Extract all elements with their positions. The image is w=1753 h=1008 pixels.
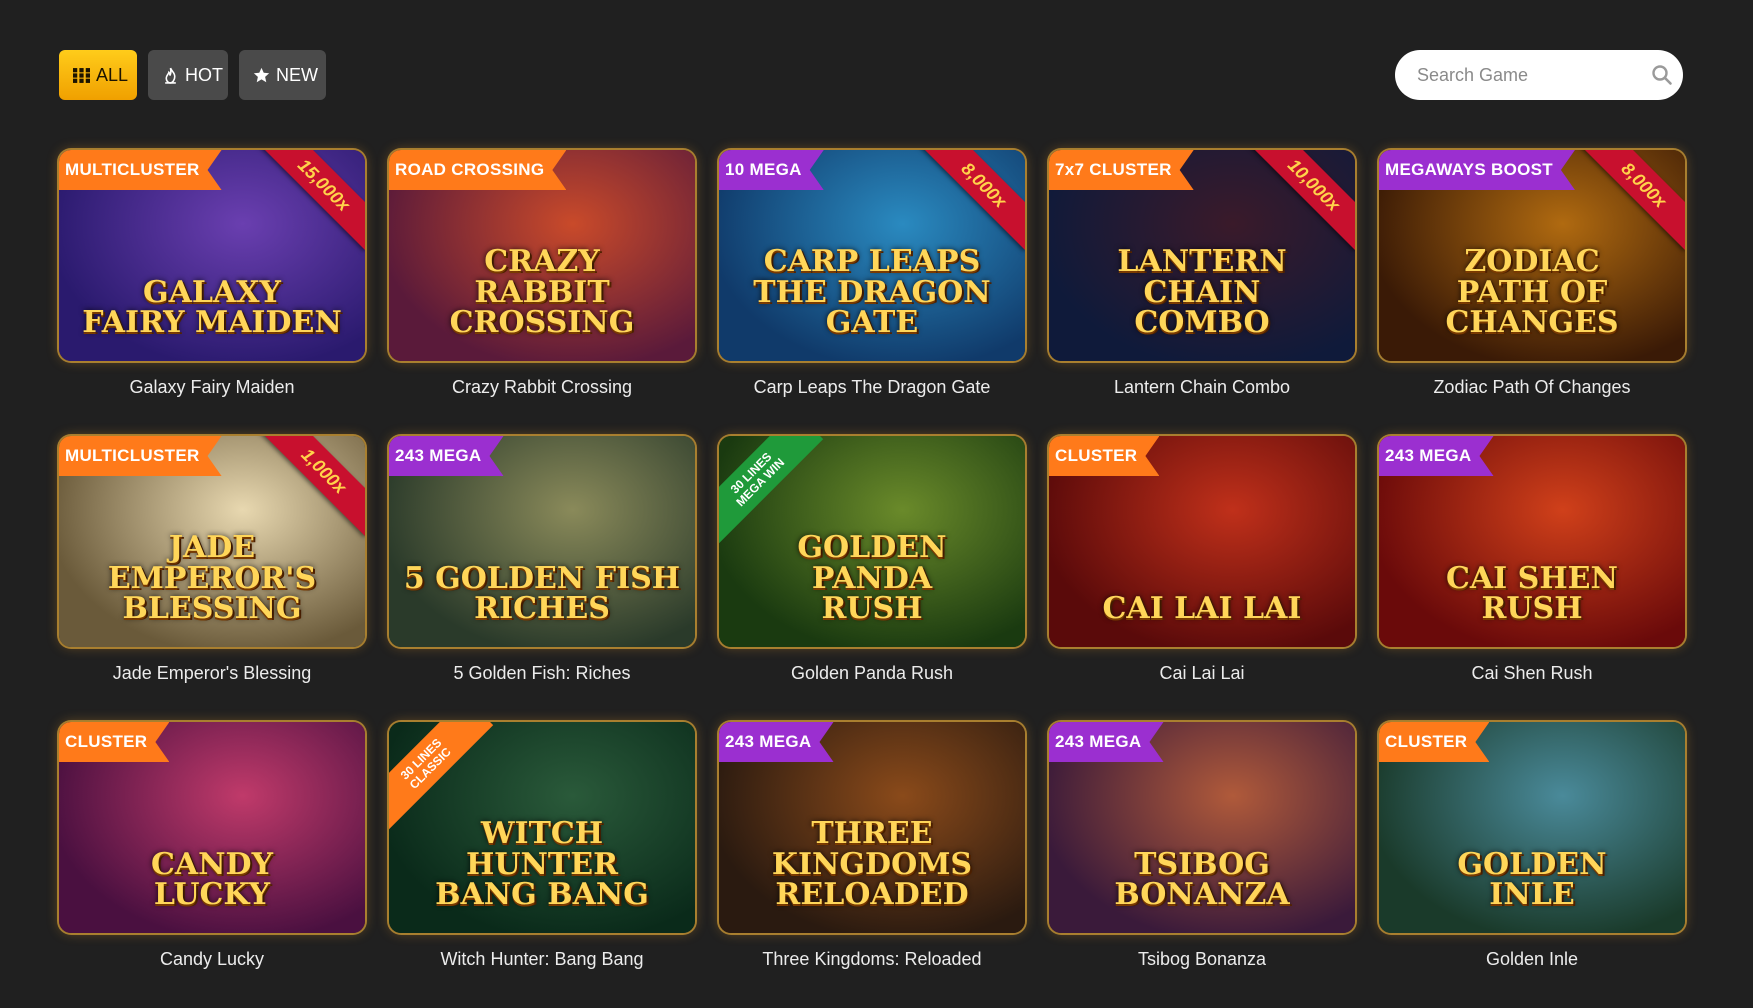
game-card[interactable]: GOLDEN INLE CLUSTER Golden Inle bbox=[1379, 722, 1685, 1008]
game-title[interactable]: Candy Lucky bbox=[59, 949, 365, 970]
star-icon bbox=[253, 67, 270, 84]
game-title[interactable]: Golden Panda Rush bbox=[719, 663, 1025, 684]
game-card[interactable]: 5 GOLDEN FISH RICHES 243 MEGA 5 Golden Fis… bbox=[389, 436, 695, 722]
game-thumbnail[interactable]: CANDY LUCKY CLUSTER bbox=[59, 722, 365, 933]
game-title[interactable]: Tsibog Bonanza bbox=[1049, 949, 1355, 970]
game-logo-art: GALAXY FAIRY MAIDEN bbox=[82, 274, 342, 341]
game-thumbnail[interactable]: GALAXY FAIRY MAIDEN MULTICLUSTER 15,000x bbox=[59, 150, 365, 361]
game-card[interactable]: CANDY LUCKY CLUSTER Candy Lucky bbox=[59, 722, 365, 1008]
game-title[interactable]: Jade Emperor's Blessing bbox=[59, 663, 365, 684]
game-card[interactable]: CAI LAI LAI CLUSTER Cai Lai Lai bbox=[1049, 436, 1355, 722]
filter-hot-label: HOT bbox=[185, 64, 223, 85]
game-grid: GALAXY FAIRY MAIDEN MULTICLUSTER 15,000x Ga… bbox=[59, 150, 1685, 1008]
game-title[interactable]: Crazy Rabbit Crossing bbox=[389, 377, 695, 398]
game-thumbnail[interactable]: GOLDEN PANDA RUSH 30 LINES MEGA WIN bbox=[719, 436, 1025, 647]
filter-all-button[interactable]: ALL bbox=[59, 50, 137, 100]
game-logo-art: CARP LEAPS THE DRAGON GATE bbox=[753, 244, 991, 341]
game-logo-art: ZODIAC PATH OF CHANGES bbox=[1445, 244, 1619, 341]
game-logo-art: GOLDEN PANDA RUSH bbox=[797, 530, 947, 627]
game-title[interactable]: Lantern Chain Combo bbox=[1049, 377, 1355, 398]
game-thumbnail[interactable]: CAI LAI LAI CLUSTER bbox=[1049, 436, 1355, 647]
game-card[interactable]: ZODIAC PATH OF CHANGES MEGAWAYS BOOST 8,00… bbox=[1379, 150, 1685, 436]
game-thumbnail[interactable]: THREE KINGDOMS RELOADED 243 MEGA bbox=[719, 722, 1025, 933]
game-thumbnail[interactable]: TSIBOG BONANZA 243 MEGA bbox=[1049, 722, 1355, 933]
game-logo-art: 5 GOLDEN FISH RICHES bbox=[403, 560, 681, 627]
game-title[interactable]: Carp Leaps The Dragon Gate bbox=[719, 377, 1025, 398]
game-card[interactable]: GALAXY FAIRY MAIDEN MULTICLUSTER 15,000x Ga… bbox=[59, 150, 365, 436]
game-thumbnail[interactable]: ZODIAC PATH OF CHANGES MEGAWAYS BOOST 8,00… bbox=[1379, 150, 1685, 361]
game-card[interactable]: JADE EMPEROR'S BLESSING MULTICLUSTER 1,000… bbox=[59, 436, 365, 722]
game-card[interactable]: CRAZY RABBIT CROSSING ROAD CROSSING Crazy … bbox=[389, 150, 695, 436]
game-card[interactable]: CAI SHEN RUSH 243 MEGA Cai Shen Rush bbox=[1379, 436, 1685, 722]
game-type-badge: CLUSTER bbox=[1049, 436, 1159, 476]
game-thumbnail[interactable]: CRAZY RABBIT CROSSING ROAD CROSSING bbox=[389, 150, 695, 361]
game-thumbnail[interactable]: JADE EMPEROR'S BLESSING MULTICLUSTER 1,000… bbox=[59, 436, 365, 647]
game-thumbnail[interactable]: LANTERN CHAIN COMBO 7x7 CLUSTER 10,000x bbox=[1049, 150, 1355, 361]
game-type-badge: CLUSTER bbox=[1379, 722, 1489, 762]
game-card[interactable]: THREE KINGDOMS RELOADED 243 MEGA Three Kin… bbox=[719, 722, 1025, 1008]
search-icon[interactable] bbox=[1651, 64, 1673, 86]
game-title[interactable]: Three Kingdoms: Reloaded bbox=[719, 949, 1025, 970]
game-type-badge: MULTICLUSTER bbox=[59, 436, 222, 476]
flame-icon bbox=[162, 67, 179, 84]
game-logo-art: TSIBOG BONANZA bbox=[1114, 846, 1290, 913]
game-logo-art: CANDY LUCKY bbox=[150, 846, 273, 913]
filter-toolbar: ALL HOT NEW bbox=[59, 50, 326, 100]
game-title[interactable]: Witch Hunter: Bang Bang bbox=[389, 949, 695, 970]
game-type-badge: 243 MEGA bbox=[719, 722, 834, 762]
game-title[interactable]: Galaxy Fairy Maiden bbox=[59, 377, 365, 398]
game-thumbnail[interactable]: 5 GOLDEN FISH RICHES 243 MEGA bbox=[389, 436, 695, 647]
game-thumbnail[interactable]: CARP LEAPS THE DRAGON GATE 10 MEGA 8,000x bbox=[719, 150, 1025, 361]
game-logo-art: THREE KINGDOMS RELOADED bbox=[771, 816, 973, 913]
filter-all-label: ALL bbox=[96, 64, 129, 85]
game-type-badge: 10 MEGA bbox=[719, 150, 824, 190]
game-title[interactable]: Zodiac Path Of Changes bbox=[1379, 377, 1685, 398]
game-type-badge: MULTICLUSTER bbox=[59, 150, 222, 190]
game-type-badge: MEGAWAYS BOOST bbox=[1379, 150, 1575, 190]
game-logo-art: LANTERN CHAIN COMBO bbox=[1117, 244, 1287, 341]
game-logo-art: CAI LAI LAI bbox=[1102, 591, 1302, 627]
game-thumbnail[interactable]: GOLDEN INLE CLUSTER bbox=[1379, 722, 1685, 933]
search-box bbox=[1395, 50, 1683, 100]
game-type-badge: ROAD CROSSING bbox=[389, 150, 566, 190]
game-card[interactable]: WITCH HUNTER BANG BANG 30 LINES CLASSIC Wi… bbox=[389, 722, 695, 1008]
game-type-badge: 7x7 CLUSTER bbox=[1049, 150, 1194, 190]
game-card[interactable]: LANTERN CHAIN COMBO 7x7 CLUSTER 10,000x Lan… bbox=[1049, 150, 1355, 436]
game-logo-art: GOLDEN INLE bbox=[1457, 846, 1607, 913]
game-card[interactable]: TSIBOG BONANZA 243 MEGA Tsibog Bonanza bbox=[1049, 722, 1355, 1008]
grid-icon bbox=[73, 67, 90, 84]
game-type-badge: 243 MEGA bbox=[1049, 722, 1164, 762]
search-input[interactable] bbox=[1415, 63, 1651, 87]
game-logo-art: CAI SHEN RUSH bbox=[1446, 560, 1618, 627]
game-title[interactable]: Cai Shen Rush bbox=[1379, 663, 1685, 684]
filter-new-label: NEW bbox=[276, 64, 318, 85]
game-title[interactable]: Golden Inle bbox=[1379, 949, 1685, 970]
game-card[interactable]: CARP LEAPS THE DRAGON GATE 10 MEGA 8,000x C… bbox=[719, 150, 1025, 436]
game-thumbnail[interactable]: WITCH HUNTER BANG BANG 30 LINES CLASSIC bbox=[389, 722, 695, 933]
game-type-badge: CLUSTER bbox=[59, 722, 169, 762]
game-card[interactable]: GOLDEN PANDA RUSH 30 LINES MEGA WIN Golden… bbox=[719, 436, 1025, 722]
game-title[interactable]: Cai Lai Lai bbox=[1049, 663, 1355, 684]
game-thumbnail[interactable]: CAI SHEN RUSH 243 MEGA bbox=[1379, 436, 1685, 647]
game-type-badge: 243 MEGA bbox=[389, 436, 504, 476]
game-logo-art: WITCH HUNTER BANG BANG bbox=[435, 816, 649, 913]
game-title[interactable]: 5 Golden Fish: Riches bbox=[389, 663, 695, 684]
game-logo-art: CRAZY RABBIT CROSSING bbox=[449, 244, 635, 341]
filter-new-button[interactable]: NEW bbox=[239, 50, 326, 100]
filter-hot-button[interactable]: HOT bbox=[148, 50, 228, 100]
game-logo-art: JADE EMPEROR'S BLESSING bbox=[107, 530, 317, 627]
game-type-badge: 243 MEGA bbox=[1379, 436, 1494, 476]
